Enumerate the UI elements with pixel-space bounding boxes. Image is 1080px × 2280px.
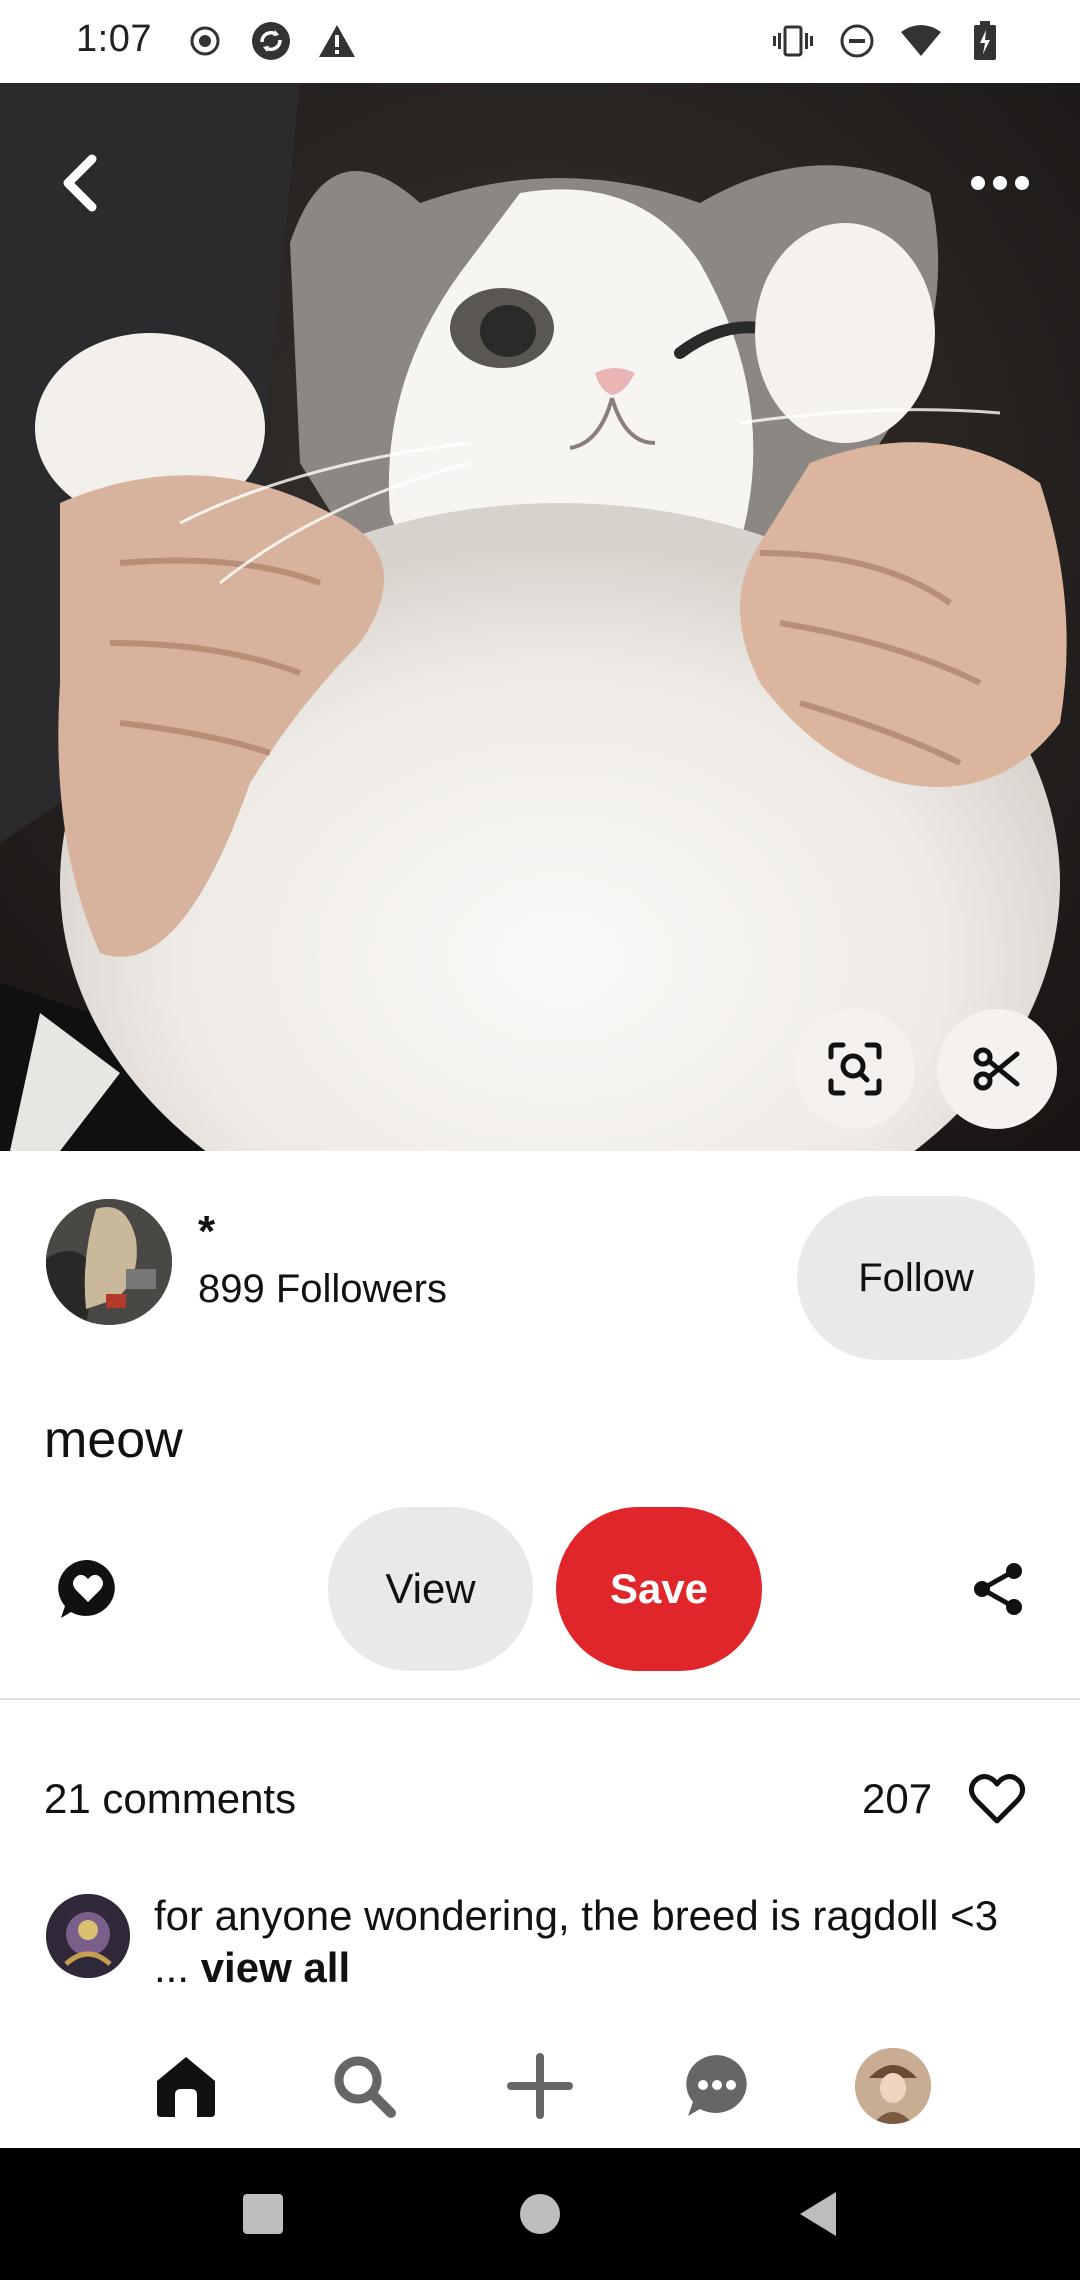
avatar-image (46, 1894, 130, 1978)
cat-photo (0, 83, 1080, 1151)
heart-icon (968, 1774, 1026, 1824)
status-right-icons (772, 20, 1006, 62)
visual-search-button[interactable] (795, 1009, 915, 1129)
battery-icon (964, 20, 1006, 62)
do-not-disturb-icon (836, 20, 878, 62)
follower-count: 899 Followers (198, 1267, 448, 1311)
sync-icon (250, 20, 292, 62)
wifi-icon (900, 20, 942, 62)
search-icon (334, 2056, 396, 2118)
home-icon (157, 2057, 215, 2117)
heart-bubble-icon (58, 1559, 115, 1618)
warning-icon (316, 20, 358, 62)
circle-icon (520, 2194, 560, 2234)
square-icon (243, 2194, 283, 2234)
system-navigation-bar (0, 2148, 1080, 2280)
view-button[interactable]: View (328, 1507, 533, 1671)
avatar-image (46, 1199, 172, 1325)
follow-button[interactable]: Follow (797, 1196, 1035, 1360)
creator-row: * 899 Followers Follow (0, 1151, 1080, 1381)
status-bar: 1:07 (0, 0, 1080, 83)
like-button[interactable] (964, 1766, 1030, 1832)
save-button[interactable]: Save (556, 1507, 762, 1671)
vibrate-icon (772, 20, 814, 62)
commenter-avatar[interactable] (46, 1894, 130, 1978)
more-horizontal-icon (971, 176, 1029, 190)
plus-icon (507, 2053, 573, 2119)
pin-title: meow (44, 1411, 183, 1469)
likes-count: 207 (862, 1775, 933, 1822)
pin-image[interactable] (0, 83, 1080, 1151)
nav-search[interactable] (326, 2048, 402, 2124)
share-button[interactable] (960, 1551, 1036, 1627)
status-time: 1:07 (76, 18, 152, 60)
view-all-comments-link[interactable]: view all (201, 1944, 350, 1991)
comment-text: for anyone wondering, the breed is ragdo… (154, 1890, 1034, 1994)
back-system-button[interactable] (788, 2184, 848, 2244)
bottom-navigation (0, 2020, 1080, 2148)
comments-count[interactable]: 21 comments (44, 1775, 296, 1823)
react-button[interactable] (52, 1553, 124, 1625)
cutout-button[interactable] (937, 1009, 1057, 1129)
profile-avatar-icon (855, 2048, 931, 2124)
triangle-back-icon (800, 2192, 836, 2236)
lens-search-icon (828, 1042, 882, 1096)
creator-name[interactable]: * (198, 1207, 215, 1257)
back-button[interactable] (40, 143, 120, 223)
nav-home[interactable] (148, 2048, 224, 2124)
creator-avatar[interactable] (46, 1199, 172, 1325)
nav-messages[interactable] (679, 2048, 755, 2124)
home-system-button[interactable] (510, 2184, 570, 2244)
comment-preview[interactable]: for anyone wondering, the breed is ragdo… (0, 1880, 1080, 2000)
action-row: View Save (0, 1505, 1080, 1671)
record-icon (184, 20, 226, 62)
chat-bubble-icon (686, 2055, 747, 2116)
recents-button[interactable] (233, 2184, 293, 2244)
nav-create[interactable] (502, 2048, 578, 2124)
status-left-icons (184, 20, 358, 62)
nav-profile[interactable] (855, 2048, 931, 2124)
more-options-button[interactable] (960, 143, 1040, 223)
chevron-left-icon (63, 154, 97, 212)
share-icon (974, 1563, 1022, 1615)
divider (0, 1698, 1080, 1700)
scissors-icon (973, 1047, 1020, 1091)
